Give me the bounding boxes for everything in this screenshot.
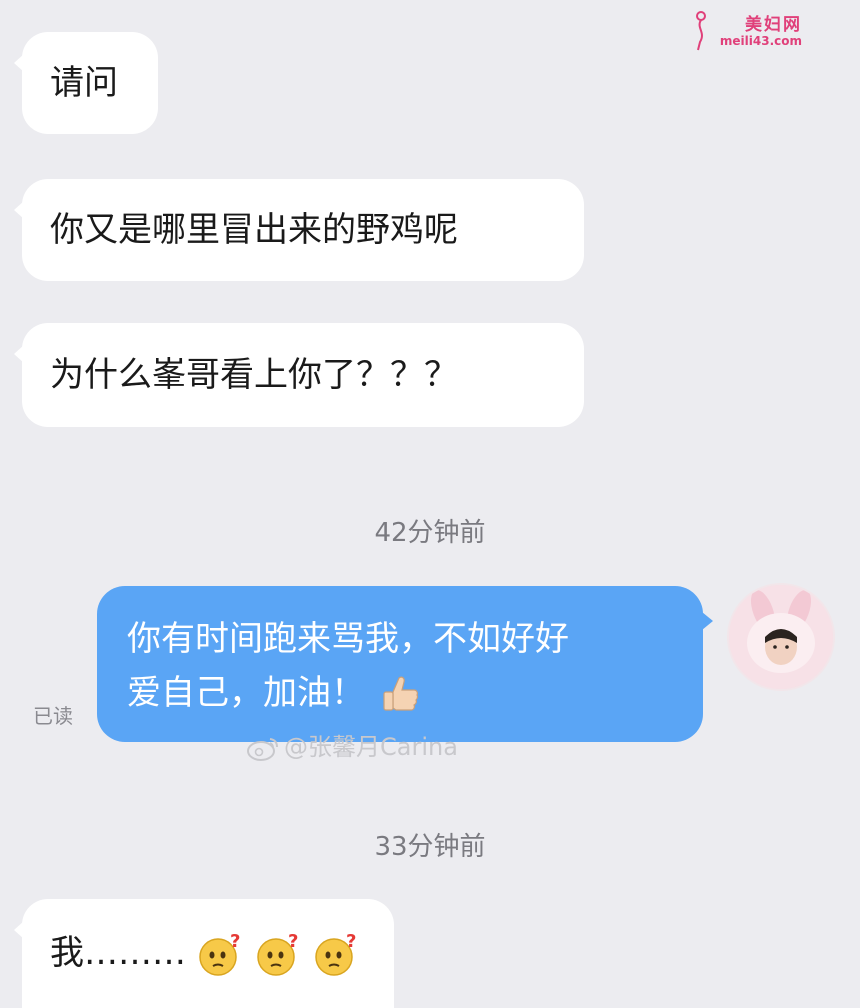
message-text: 请问 bbox=[50, 63, 118, 103]
reply-line-2: 爱自己，加油！ bbox=[127, 666, 703, 720]
outgoing-message-bubble[interactable]: 你有时间跑来骂我，不如好好 爱自己，加油！ bbox=[97, 586, 713, 742]
incoming-message-bubble[interactable]: 请问 bbox=[14, 32, 158, 134]
message-text: 我……… bbox=[50, 933, 186, 973]
user-avatar[interactable] bbox=[727, 583, 835, 691]
message-timestamp: 42分钟前 bbox=[374, 518, 486, 548]
reply-line-2-text: 爱自己，加油！ bbox=[127, 673, 365, 713]
incoming-message-bubble[interactable]: 我……… ? ? ? bbox=[14, 899, 394, 1008]
svg-text:?: ? bbox=[230, 931, 240, 952]
lady-logo-icon bbox=[696, 11, 706, 51]
confused-face-icon: ? bbox=[199, 931, 240, 976]
incoming-message-bubble[interactable]: 你又是哪里冒出来的野鸡呢 bbox=[14, 179, 584, 281]
weibo-handle: @张馨月Carina bbox=[284, 733, 458, 761]
svg-text:?: ? bbox=[288, 931, 298, 952]
thumbs-up-icon bbox=[383, 676, 419, 711]
weibo-logo-icon bbox=[247, 738, 278, 761]
message-text: 你又是哪里冒出来的野鸡呢 bbox=[50, 210, 458, 250]
message-text: 为什么峯哥看上你了？？？ bbox=[50, 355, 458, 395]
confused-face-icon: ? bbox=[257, 931, 298, 976]
read-status: 已读 bbox=[33, 704, 73, 728]
confused-face-icon: ? bbox=[315, 931, 356, 976]
incoming-message-bubble[interactable]: 为什么峯哥看上你了？？？ bbox=[14, 323, 584, 427]
svg-text:?: ? bbox=[346, 931, 356, 952]
weibo-watermark: @张馨月Carina bbox=[246, 730, 458, 764]
site-watermark-url: meili43.com bbox=[719, 34, 802, 48]
avatar-image bbox=[729, 585, 833, 689]
site-watermark-title: 美妇网 bbox=[745, 15, 802, 35]
reply-line-1: 你有时间跑来骂我，不如好好 bbox=[127, 619, 569, 659]
message-timestamp: 33分钟前 bbox=[374, 832, 486, 862]
